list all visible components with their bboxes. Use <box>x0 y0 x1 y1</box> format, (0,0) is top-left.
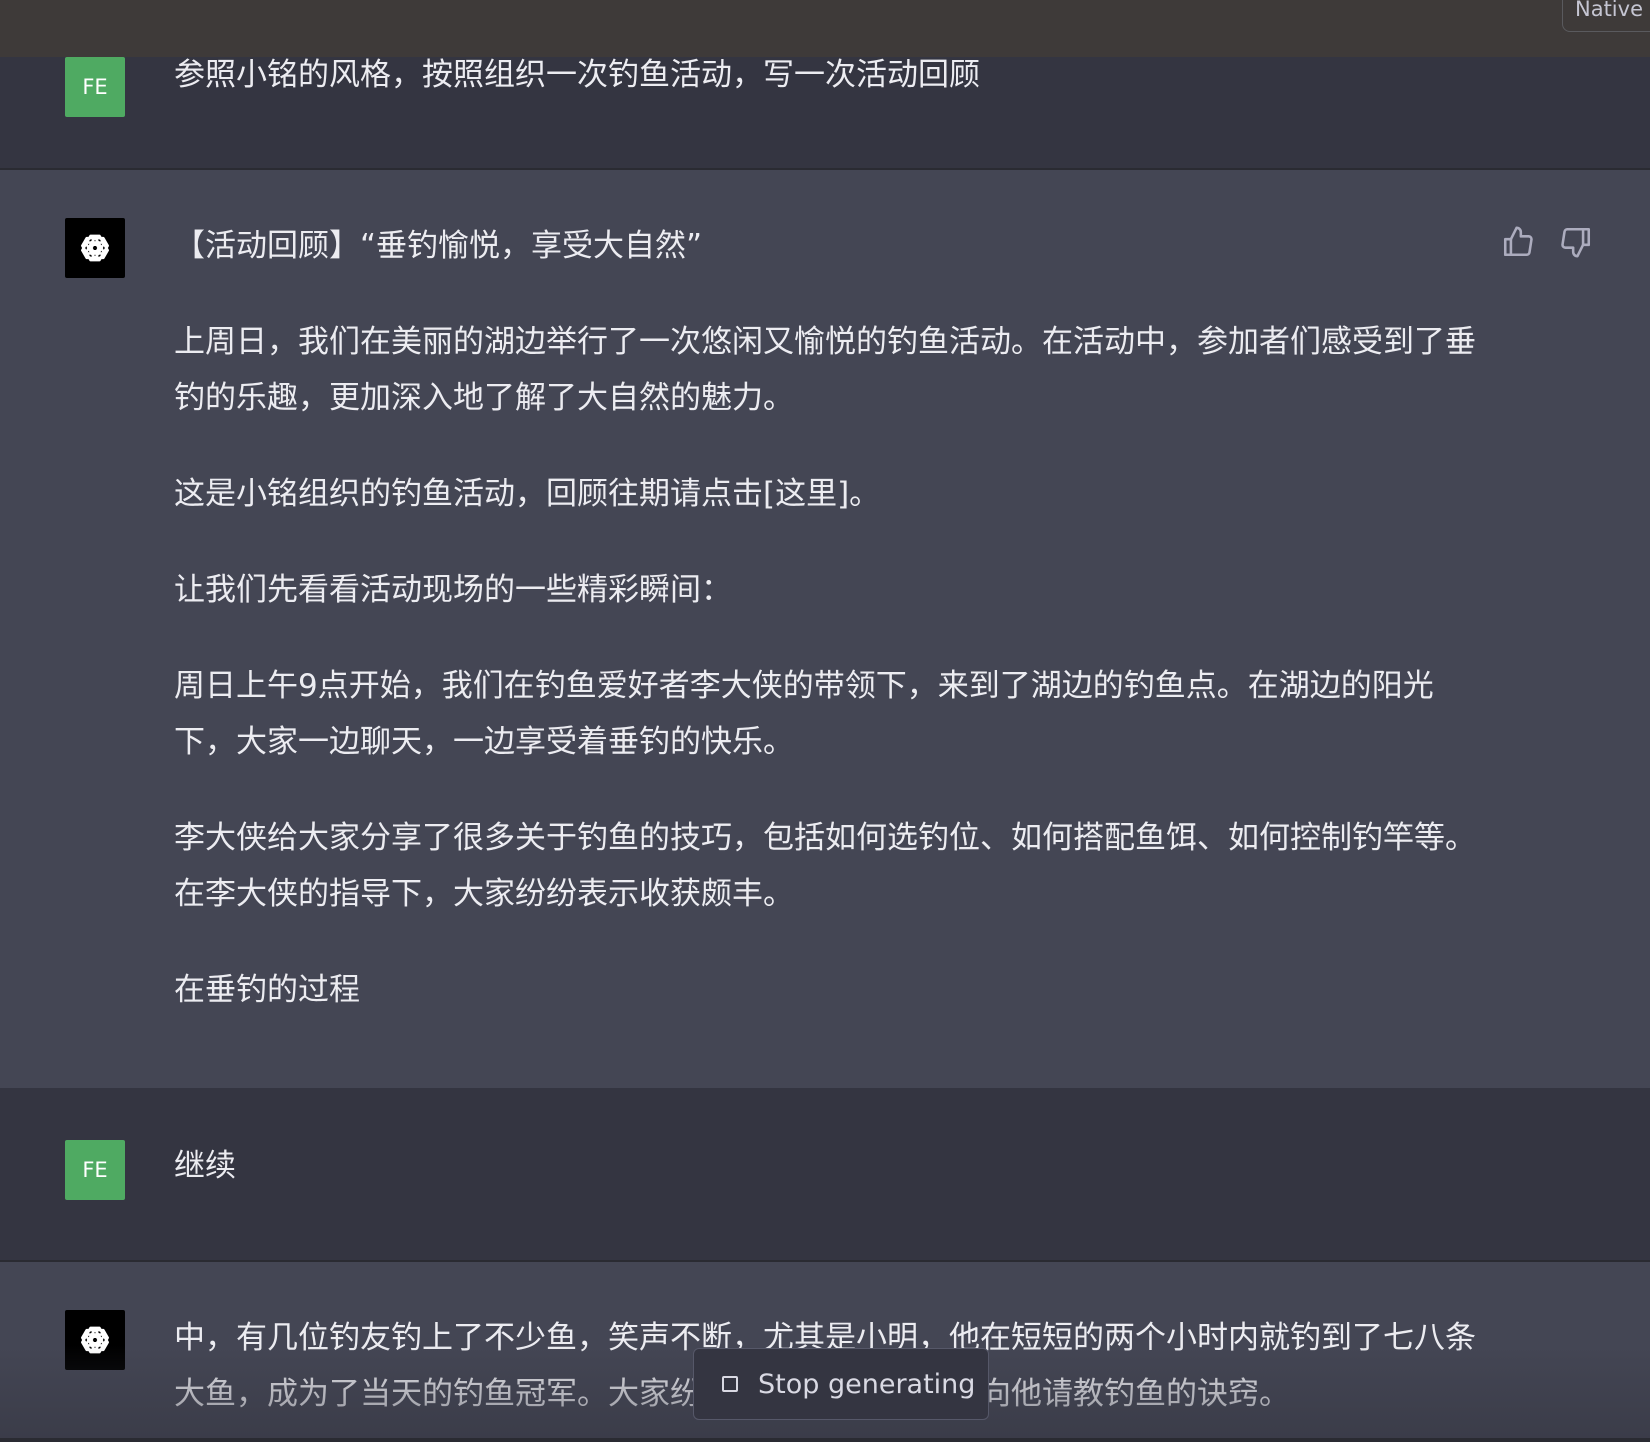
assistant-paragraph: 【活动回顾】“垂钓愉悦，享受大自然” <box>174 228 703 264</box>
user-message-text: 继续 <box>174 1148 236 1184</box>
user-message: FE 参照小铭的风格，按照组织一次钓鱼活动，写一次活动回顾 <box>0 57 1650 169</box>
user-avatar: FE <box>65 1140 125 1200</box>
openai-logo-icon <box>81 1326 109 1354</box>
assistant-message-text: 【活动回顾】“垂钓愉悦，享受大自然” 上周日，我们在美丽的湖边举行了一次悠闲又愉… <box>174 218 1494 1018</box>
assistant-avatar <box>65 1310 125 1370</box>
native-button[interactable]: Native <box>1562 0 1650 32</box>
user-avatar-initials: FE <box>82 1158 108 1182</box>
openai-logo-icon <box>81 234 109 262</box>
stop-generating-label: Stop generating <box>758 1368 976 1400</box>
user-message: FE 继续 <box>0 1088 1650 1260</box>
thumbs-down-icon <box>1561 227 1591 258</box>
bottom-border <box>0 1438 1650 1442</box>
stop-square-icon <box>722 1376 738 1392</box>
user-avatar: FE <box>65 57 125 117</box>
thumbs-up-icon <box>1503 226 1533 257</box>
assistant-paragraph: 让我们先看看活动现场的一些精彩瞬间： <box>174 572 732 608</box>
assistant-paragraph: 周日上午9点开始，我们在钓鱼爱好者李大侠的带领下，来到了湖边的钓鱼点。在湖边的阳… <box>174 668 1434 760</box>
assistant-paragraph: 这是小铭组织的钓鱼活动，回顾往期请点击[这里]。 <box>174 476 881 512</box>
assistant-message: 【活动回顾】“垂钓愉悦，享受大自然” 上周日，我们在美丽的湖边举行了一次悠闲又愉… <box>0 170 1650 1088</box>
thumbs-down-button[interactable] <box>1559 225 1593 259</box>
assistant-avatar <box>65 218 125 278</box>
stop-generating-button[interactable]: Stop generating <box>693 1348 989 1420</box>
assistant-paragraph: 在垂钓的过程 <box>174 972 360 1008</box>
user-avatar-initials: FE <box>82 75 108 99</box>
thumbs-up-button[interactable] <box>1501 225 1535 259</box>
assistant-paragraph: 上周日，我们在美丽的湖边举行了一次悠闲又愉悦的钓鱼活动。在活动中，参加者们感受到… <box>174 324 1476 416</box>
window-top-bar: Native <box>0 0 1650 57</box>
assistant-paragraph: 李大侠给大家分享了很多关于钓鱼的技巧，包括如何选钓位、如何搭配鱼饵、如何控制钓竿… <box>174 820 1476 912</box>
